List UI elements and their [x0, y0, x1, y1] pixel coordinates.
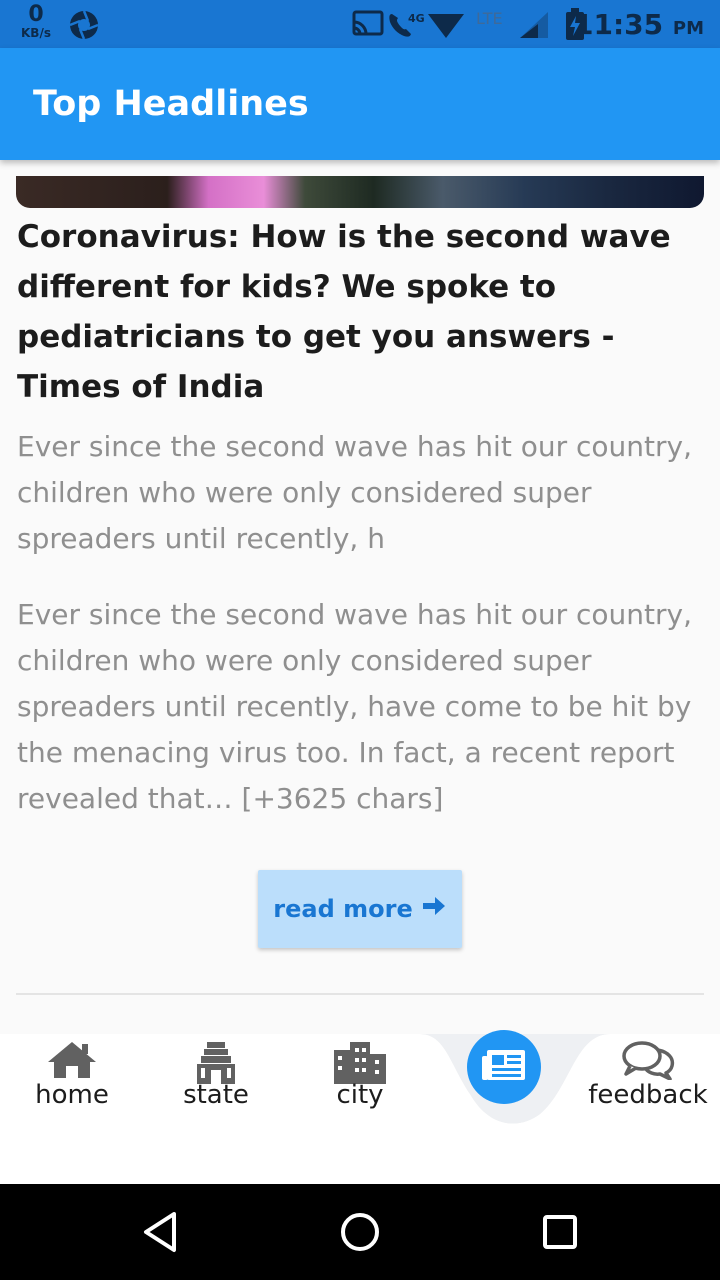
system-navigation-bar [0, 1184, 720, 1280]
read-more-label: read more [273, 895, 413, 923]
article-content: Ever since the second wave has hit our c… [17, 598, 692, 815]
wifi-icon [428, 14, 464, 38]
temple-icon [144, 1040, 288, 1084]
nav-state[interactable]: state [144, 1034, 288, 1144]
camera-shutter-icon [68, 9, 100, 45]
status-bar: 0 KB/s 4G LTE 11:35 PM [0, 0, 720, 48]
clock: 11:35 PM [574, 8, 704, 41]
article-description: Ever since the second wave has hit our c… [17, 430, 692, 555]
nav-news-button[interactable] [467, 1030, 541, 1104]
nav-city-label: city [336, 1080, 384, 1110]
nav-home[interactable]: home [0, 1034, 144, 1144]
status-icons: 4G LTE [352, 8, 552, 46]
network-speed: 0 KB/s [18, 2, 54, 40]
read-more-button[interactable]: read more [258, 870, 462, 948]
arrow-right-icon [421, 895, 447, 923]
home-button-icon[interactable] [338, 1208, 382, 1260]
article-headline[interactable]: Coronavirus: How is the second wave diff… [17, 212, 697, 412]
nav-feedback[interactable]: feedback [576, 1034, 720, 1144]
app-bar: Top Headlines [0, 48, 720, 160]
bottom-navigation: home state city feedback [0, 1030, 720, 1184]
back-icon[interactable] [140, 1208, 180, 1260]
recents-icon[interactable] [540, 1208, 580, 1260]
divider [16, 993, 704, 995]
speed-unit: KB/s [21, 26, 51, 40]
speed-value: 0 [28, 2, 44, 27]
cast-icon [352, 10, 384, 36]
home-icon [0, 1040, 144, 1080]
nav-feedback-label: feedback [588, 1080, 708, 1110]
svg-text:4G: 4G [408, 12, 425, 25]
article-image[interactable] [16, 176, 704, 208]
nav-home-label: home [35, 1080, 109, 1110]
newspaper-icon [481, 1048, 527, 1086]
nav-state-label: state [183, 1080, 249, 1110]
svg-text:LTE: LTE [476, 9, 503, 28]
chat-bubbles-icon [576, 1040, 720, 1080]
page-title: Top Headlines [33, 84, 309, 124]
city-icon [288, 1040, 432, 1084]
nav-city[interactable]: city [288, 1034, 432, 1144]
